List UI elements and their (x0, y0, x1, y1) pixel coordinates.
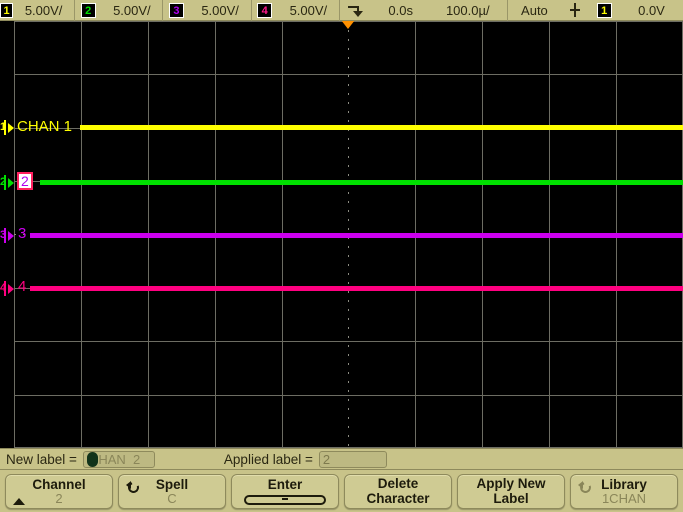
channel-2-ground-bar (4, 175, 6, 190)
channel-4-scale[interactable]: 5.00V/ (278, 0, 339, 21)
channel-4-ground-bar (4, 281, 6, 296)
softkey-spell-value: C (167, 490, 177, 506)
softkey-channel[interactable]: Channel 2 (5, 473, 113, 509)
channel-1-ground-marker[interactable]: 1 (0, 119, 15, 136)
channel-4-ground-marker[interactable]: 4 (0, 280, 15, 297)
ground-arrow-icon (8, 230, 14, 241)
channel-2-badge[interactable]: 2 (80, 2, 96, 18)
trigger-slope-indicator[interactable] (561, 0, 588, 21)
channel-1-scale-text: 5.00V/ (24, 2, 63, 18)
softkey-delete-label-line2: Character (366, 491, 430, 506)
softkey-channel-value: 2 (55, 490, 63, 506)
channel-3-status[interactable]: 3 (163, 0, 189, 21)
channel-4-badge[interactable]: 4 (257, 2, 273, 18)
trigger-position-marker[interactable] (341, 21, 355, 29)
channel-4-label[interactable]: 4 (18, 279, 26, 294)
channel-4-scale-text: 5.00V/ (289, 2, 328, 18)
channel-2-scale-text: 5.00V/ (113, 2, 151, 18)
applied-label-prompt: Applied label = (223, 451, 313, 467)
trigger-source-badge[interactable]: 1 (596, 2, 612, 18)
trigger-position-indicator[interactable] (340, 0, 372, 21)
new-label-input[interactable]: C HAN 2 (82, 450, 155, 468)
softkey-apply-label-line1: Apply New (476, 476, 546, 491)
ground-arrow-icon (8, 122, 14, 133)
new-label-remaining-text: HAN 2 (98, 451, 141, 467)
channel-4-trace[interactable] (30, 286, 683, 291)
softkey-library-label: Library (601, 476, 647, 492)
softkey-apply-label-line2: Label (493, 491, 529, 506)
applied-label-value-field: 2 (318, 450, 387, 468)
channel-2-status[interactable]: 2 (75, 0, 101, 21)
acquisition-mode[interactable]: Auto (507, 0, 561, 21)
channel-1-badge[interactable]: 1 (0, 2, 13, 18)
timebase-readout[interactable]: 100.0µ/ (429, 0, 506, 21)
channel-1-trace[interactable] (80, 125, 683, 130)
trigger-level-value: 0.0V (638, 2, 665, 18)
channel-3-badge[interactable]: 3 (168, 2, 184, 18)
top-status-bar: 1 5.00V/ 2 5.00V/ 3 5.00V/ 4 5.00V/ 0.0s… (0, 0, 683, 21)
channel-3-ground-bar (4, 228, 6, 243)
channel-2-label-edit-box[interactable]: 2 (17, 172, 33, 190)
softkey-library-value: 1CHAN (601, 490, 647, 506)
delay-value: 0.0s (388, 2, 413, 18)
channel-1-ground-bar (4, 120, 6, 135)
label-entry-bar: New label = C HAN 2 Applied label = 2 (0, 448, 683, 470)
oscilloscope-screen: 1 5.00V/ 2 5.00V/ 3 5.00V/ 4 5.00V/ 0.0s… (0, 0, 683, 512)
rotate-knob-icon (126, 479, 141, 495)
channel-2-scale[interactable]: 5.00V/ (101, 0, 162, 21)
trigger-position-icon (347, 2, 365, 18)
softkey-enter[interactable]: Enter (231, 473, 339, 509)
rotate-knob-icon (578, 479, 593, 495)
channel-3-label[interactable]: 3 (18, 226, 26, 241)
softkey-bar: Channel 2 Spell C Enter Delete Character… (0, 470, 683, 512)
ground-arrow-icon (8, 283, 14, 294)
press-knob-icon (244, 494, 326, 506)
ground-arrow-icon (8, 177, 14, 188)
softkey-spell[interactable]: Spell C (118, 473, 226, 509)
softkey-delete-character[interactable]: Delete Character (344, 473, 452, 509)
rising-edge-icon (567, 3, 583, 17)
waveform-display[interactable]: 1 CHAN 1 2 2 3 3 4 4 (0, 21, 683, 448)
channel-1-label[interactable]: CHAN 1 (17, 119, 72, 134)
channel-1-scale[interactable]: 5.00V/ (13, 0, 74, 21)
trigger-source[interactable]: 1 (588, 0, 620, 21)
channel-1-status[interactable]: 1 (0, 0, 13, 21)
delay-readout[interactable]: 0.0s (372, 0, 429, 21)
softkey-delete-label-line1: Delete (377, 476, 419, 491)
channel-3-ground-marker[interactable]: 3 (0, 227, 15, 244)
softkey-library[interactable]: Library 1CHAN (570, 473, 678, 509)
acquisition-mode-value: Auto (521, 2, 548, 18)
softkey-channel-label: Channel (32, 476, 86, 492)
new-label-cursor-character: C (86, 451, 99, 467)
new-label-prompt: New label = (6, 451, 77, 467)
timebase-value: 100.0µ/ (445, 2, 490, 18)
channel-4-status[interactable]: 4 (252, 0, 278, 21)
channel-3-scale-text: 5.00V/ (201, 2, 239, 18)
channel-2-trace[interactable] (40, 180, 683, 185)
channel-3-trace[interactable] (30, 233, 683, 238)
channel-3-scale[interactable]: 5.00V/ (190, 0, 251, 21)
channel-2-ground-marker[interactable]: 2 (0, 174, 15, 191)
softkey-spell-label: Spell (155, 476, 189, 492)
up-triangle-icon (13, 480, 28, 505)
softkey-apply-new-label[interactable]: Apply New Label (457, 473, 565, 509)
trigger-level-readout[interactable]: 0.0V (620, 0, 683, 21)
softkey-enter-label: Enter (267, 476, 303, 492)
